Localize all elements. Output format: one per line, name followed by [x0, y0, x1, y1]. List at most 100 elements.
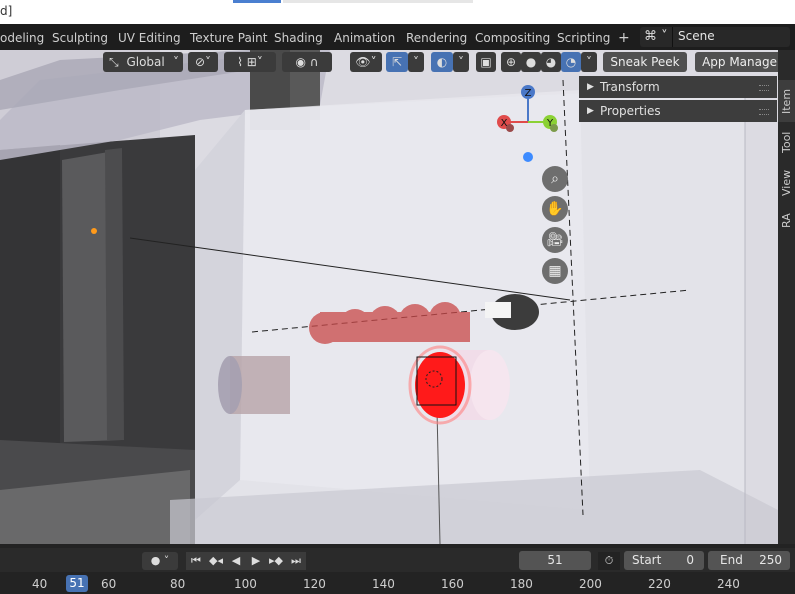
material-shading[interactable]: ◕ — [541, 52, 561, 72]
next-keyframe-button[interactable]: ▸◆ — [266, 552, 286, 570]
current-frame-field[interactable]: 51 — [519, 551, 591, 570]
record-dot-icon: ● ˅ — [150, 554, 170, 567]
pan-hand-icon[interactable]: ✋ — [542, 196, 568, 222]
tab-texture-paint[interactable]: Texture Paint — [184, 28, 273, 48]
timeline-tick: 160 — [441, 577, 464, 591]
tab-scripting[interactable]: Scripting — [551, 28, 616, 48]
sneak-peek-button[interactable]: Sneak Peek — [603, 52, 687, 72]
snap-toggle[interactable]: ⌇ ⊞˅ — [224, 52, 276, 72]
play-reverse-icon: ◀ — [231, 554, 241, 567]
chevron-down-icon: ˅ — [173, 55, 179, 69]
drag-grip-icon[interactable] — [759, 109, 769, 115]
eye-icon: 👁︎˅ — [355, 55, 377, 69]
play-reverse-button[interactable]: ◀ — [226, 552, 246, 570]
timeline-tick: 180 — [510, 577, 533, 591]
orientation-label: Global — [126, 55, 165, 69]
transform-orientation-icon: ⤡ — [109, 55, 119, 69]
sidebar-tab-tool[interactable]: Tool — [778, 126, 795, 158]
end-frame-field[interactable]: End 250 — [708, 551, 790, 570]
xray-icon: ▣ — [480, 55, 492, 69]
tab-uv-editing[interactable]: UV Editing — [112, 28, 187, 48]
start-label: Start — [632, 553, 662, 567]
gizmo-x-label: X — [501, 118, 508, 129]
stopwatch-icon[interactable]: ⏱ — [598, 552, 620, 570]
panel-label-properties: Properties — [600, 104, 661, 118]
chevron-down-icon: ˅ — [413, 55, 419, 69]
jump-start-button[interactable]: ⏮ — [186, 552, 206, 570]
tab-compositing[interactable]: Compositing — [469, 28, 556, 48]
timeline-tick: 140 — [372, 577, 395, 591]
scene-selector[interactable]: ⌘ ˅ Scene — [640, 27, 790, 47]
visibility-dropdown[interactable]: 👁︎˅ — [350, 52, 382, 72]
pivot-point-dropdown[interactable]: ⊘˅ — [188, 52, 218, 72]
next-keyframe-icon: ▸◆ — [269, 554, 283, 567]
prev-keyframe-icon: ◆◂ — [209, 554, 223, 567]
solid-shading[interactable]: ● — [521, 52, 541, 72]
overlays-toggle[interactable]: ◐ — [431, 52, 453, 72]
timeline-tick: 100 — [234, 577, 257, 591]
window-title: d] — [0, 4, 13, 18]
timeline-tick: 60 — [101, 577, 117, 591]
overlays-icon: ◐ — [436, 55, 448, 69]
proportional-edit-toggle[interactable]: ◉ ∩ — [282, 52, 332, 72]
chevron-down-icon: ˅ — [458, 55, 464, 69]
start-value: 0 — [686, 553, 694, 567]
rendered-sphere-icon: ◔ — [565, 55, 577, 69]
gizmo-dropdown[interactable]: ˅ — [408, 52, 424, 72]
drag-grip-icon[interactable] — [759, 85, 769, 91]
timeline-tick: 220 — [648, 577, 671, 591]
workspace-tabs: odeling Sculpting UV Editing Texture Pai… — [0, 24, 795, 50]
jump-end-button[interactable]: ⏭ — [286, 552, 306, 570]
viewport-scene — [0, 50, 778, 544]
gizmo-y-label: Y — [546, 118, 554, 129]
play-button[interactable]: ▶ — [246, 552, 266, 570]
wireframe-icon: ⊕ — [505, 55, 517, 69]
sidebar-tab-item[interactable]: Item — [778, 80, 795, 122]
orientation-dropdown[interactable]: ⤡ Global ˅ — [103, 52, 183, 72]
properties-panel-header[interactable]: ▶ Properties — [579, 100, 777, 122]
gizmo-z-label: Z — [525, 88, 532, 99]
material-sphere-icon: ◕ — [545, 55, 557, 69]
timeline-tick: 200 — [579, 577, 602, 591]
proportional-edit-icon: ◉ ∩ — [295, 55, 319, 69]
start-frame-field[interactable]: Start 0 — [624, 551, 704, 570]
overlays-dropdown[interactable]: ˅ — [453, 52, 469, 72]
tab-animation[interactable]: Animation — [328, 28, 401, 48]
sidebar-tab-view[interactable]: View — [778, 166, 795, 200]
camera-icon[interactable]: 🎥︎ — [542, 227, 568, 253]
window-title-strip: d] — [0, 0, 795, 24]
tab-modeling[interactable]: odeling — [0, 28, 50, 48]
pivot-icon: ⊘˅ — [194, 55, 212, 69]
sidebar-tabs: Item Tool View RA — [778, 50, 795, 544]
transform-panel-header[interactable]: ▶ Transform — [579, 76, 777, 98]
tab-rendering[interactable]: Rendering — [400, 28, 473, 48]
tab-shading[interactable]: Shading — [268, 28, 329, 48]
sidebar-tab-ra[interactable]: RA — [778, 208, 795, 234]
chevron-down-icon: ˅ — [586, 55, 592, 69]
app-manager-button[interactable]: App Manager — [695, 52, 789, 72]
current-frame-indicator[interactable]: 51 — [66, 575, 88, 592]
timeline-tick: 40 — [32, 577, 48, 591]
add-workspace-button[interactable]: + — [612, 28, 636, 48]
axis-gizmo[interactable]: Z X Y — [494, 84, 564, 154]
prev-keyframe-button[interactable]: ◆◂ — [206, 552, 226, 570]
gizmo-toggle[interactable]: ⇱ — [386, 52, 408, 72]
solid-sphere-icon: ● — [525, 55, 537, 69]
grid-icon[interactable]: ▦ — [542, 258, 568, 284]
title-highlight — [233, 0, 281, 3]
keying-toggle[interactable]: ● ˅ — [142, 552, 178, 570]
timeline-tick: 240 — [717, 577, 740, 591]
zoom-icon[interactable]: ⌕ — [542, 166, 568, 192]
expand-arrow-icon: ▶ — [587, 82, 594, 92]
title-highlight-secondary — [283, 0, 473, 3]
wireframe-shading[interactable]: ⊕ — [501, 52, 521, 72]
tab-sculpting[interactable]: Sculpting — [46, 28, 114, 48]
jump-end-icon: ⏭ — [291, 554, 301, 567]
shading-dropdown[interactable]: ˅ — [581, 52, 597, 72]
scene-name: Scene — [678, 29, 715, 43]
expand-arrow-icon: ▶ — [587, 106, 594, 116]
end-value: 250 — [759, 553, 782, 567]
3d-viewport[interactable]: Z X Y ⌕ ✋ 🎥︎ ▦ ▶ Transform ▶ Properties — [0, 50, 778, 544]
rendered-shading[interactable]: ◔ — [561, 52, 581, 72]
xray-toggle[interactable]: ▣ — [476, 52, 496, 72]
